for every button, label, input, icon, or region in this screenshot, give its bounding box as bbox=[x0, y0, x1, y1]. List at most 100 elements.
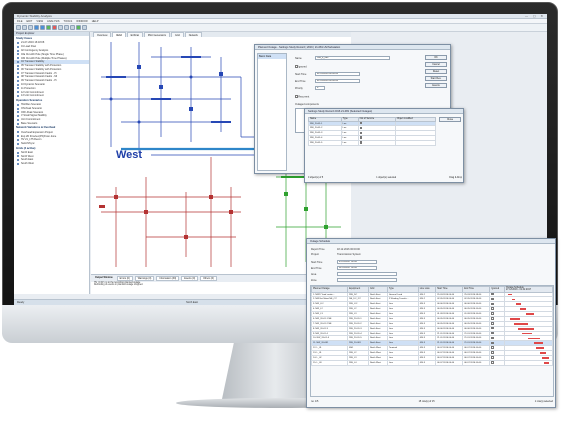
run-icon[interactable] bbox=[46, 25, 51, 30]
ignored-checkbox[interactable] bbox=[491, 327, 494, 330]
menu-window[interactable]: WINDOW bbox=[76, 20, 87, 23]
menu-analysis[interactable]: ANALYSIS bbox=[47, 20, 60, 23]
ignored-checkbox[interactable] bbox=[491, 312, 494, 315]
out-of-service-checkbox[interactable] bbox=[359, 122, 363, 125]
out-of-service-checkbox[interactable] bbox=[359, 141, 363, 144]
gantt-bar[interactable] bbox=[542, 357, 549, 359]
events-button[interactable]: Events bbox=[425, 83, 447, 88]
schedule-end-field[interactable]: 01.01.2017 00:00 bbox=[337, 266, 377, 270]
start-time-label: Start Time bbox=[311, 261, 323, 264]
menu-help[interactable]: HELP bbox=[92, 20, 99, 23]
list-item[interactable]: South West bbox=[14, 162, 89, 166]
gantt-bar[interactable] bbox=[518, 327, 534, 330]
new-icon[interactable] bbox=[16, 25, 21, 30]
table-row[interactable]: NW_20-01-5 Lne bbox=[308, 140, 437, 146]
blue-busbars bbox=[106, 56, 231, 123]
load-flow-icon[interactable] bbox=[76, 25, 81, 30]
gantt-bar[interactable] bbox=[512, 298, 515, 301]
cell-modified bbox=[394, 140, 437, 146]
gantt-track bbox=[506, 327, 551, 330]
tab-events[interactable]: Events (0) bbox=[181, 276, 199, 281]
tab-information[interactable]: Information (30) bbox=[156, 276, 180, 281]
zone-select[interactable] bbox=[337, 278, 397, 282]
schedule-start-field[interactable]: 25.01.2017 00:00 bbox=[337, 260, 377, 264]
ignored-checkbox[interactable] bbox=[491, 336, 494, 340]
operation-list: Hist/Res Scenario ON-Peak Scenario OFF-P… bbox=[14, 103, 89, 126]
gantt-bar[interactable] bbox=[534, 342, 543, 345]
gantt-bar[interactable] bbox=[508, 293, 512, 296]
open-icon[interactable] bbox=[22, 25, 27, 30]
start-res-button[interactable]: Start Res. bbox=[425, 76, 447, 81]
gantt-bar[interactable] bbox=[536, 347, 544, 350]
dialog-sidebar: Basic Data bbox=[257, 53, 287, 171]
table-cell: Line bbox=[386, 359, 419, 366]
menu-edit[interactable]: EDIT bbox=[26, 20, 32, 23]
zoom-icon[interactable] bbox=[58, 25, 63, 30]
settings-icon[interactable] bbox=[82, 25, 87, 30]
sidebar-item-basic-data[interactable]: Basic Data bbox=[258, 54, 286, 59]
gantt-bar[interactable] bbox=[510, 318, 520, 320]
ignored-checkbox[interactable] bbox=[491, 317, 494, 320]
cancel-button[interactable]: Cancel bbox=[425, 62, 447, 67]
report-icon[interactable] bbox=[70, 25, 75, 30]
outage-schedule-table: Planned Outage Equipment Grid Type Line … bbox=[310, 285, 554, 397]
area-select[interactable] bbox=[337, 272, 397, 276]
gantt-range: 27.12.2016 - 01.02.2017 bbox=[506, 289, 532, 292]
gantt-bar[interactable] bbox=[528, 337, 540, 340]
grids-list: North East North West South East South W… bbox=[14, 151, 89, 166]
tab-warnings[interactable]: Warnings (0) bbox=[134, 276, 155, 281]
undo-icon[interactable] bbox=[34, 25, 39, 30]
stop-icon[interactable] bbox=[52, 25, 57, 30]
priority-field[interactable]: 0 bbox=[315, 86, 325, 90]
gantt-bar[interactable] bbox=[526, 313, 534, 315]
ignored-checkbox[interactable] bbox=[491, 297, 494, 301]
end-time-label: End Time bbox=[295, 80, 306, 83]
ok-button[interactable]: OK bbox=[425, 55, 447, 60]
gantt-track bbox=[506, 337, 551, 340]
out-of-service-checkbox[interactable] bbox=[359, 126, 363, 130]
ignored-checkbox[interactable] bbox=[491, 322, 494, 325]
tab-others[interactable]: Others (0) bbox=[200, 276, 217, 281]
name-field[interactable]: NW_2_081 bbox=[315, 56, 390, 60]
menu-tools[interactable]: TOOLS bbox=[64, 20, 73, 23]
gantt-bar[interactable] bbox=[514, 322, 528, 325]
ignored-checkbox[interactable] bbox=[491, 351, 494, 354]
gantt-bar[interactable] bbox=[522, 332, 532, 335]
ignored-checkbox[interactable] bbox=[491, 302, 494, 306]
ignored-checkbox[interactable] bbox=[491, 341, 494, 345]
window-controls[interactable]: — ▢ ✕ bbox=[525, 14, 545, 18]
ignored-checkbox[interactable] bbox=[491, 361, 494, 364]
save-icon[interactable] bbox=[28, 25, 33, 30]
list-item[interactable]: Base Scenario bbox=[14, 122, 89, 126]
close-button[interactable]: Close bbox=[439, 117, 461, 122]
table-row[interactable]: 15: L_03 NW_L4 North West Line 4DL3 06.07.201… bbox=[311, 359, 553, 366]
out-of-service-checkbox[interactable] bbox=[359, 136, 363, 139]
gantt-track bbox=[506, 357, 551, 360]
ignored-checkbox[interactable] bbox=[491, 356, 494, 359]
gantt-bar[interactable] bbox=[544, 361, 549, 364]
ignored-checkbox[interactable] bbox=[491, 332, 494, 335]
reset-button[interactable]: Reset bbox=[425, 69, 447, 74]
menu-view[interactable]: VIEW bbox=[36, 20, 43, 23]
table-cell: 06.07.2016 00:00 bbox=[462, 359, 491, 366]
end-time-field[interactable]: 21.01.2016 00:00:00 bbox=[315, 79, 360, 83]
out-of-service-checkbox[interactable] bbox=[359, 131, 363, 135]
selected-dialog-title: Settings Study Record 2016 21-081 (Selec… bbox=[305, 109, 463, 114]
list-item[interactable]: Switch/Sync bbox=[14, 142, 89, 146]
start-time-field[interactable]: 21.01.2016 00:00:00 bbox=[315, 72, 360, 76]
redo-icon[interactable] bbox=[40, 25, 45, 30]
gantt-bar[interactable] bbox=[516, 303, 521, 306]
list-item[interactable]: 13 Unit Commitment bbox=[14, 94, 89, 98]
ignored-checkbox[interactable] bbox=[491, 293, 494, 296]
tab-errors[interactable]: Errors (0) bbox=[116, 276, 133, 281]
menu-file[interactable]: FILE bbox=[17, 20, 22, 23]
ignored-checkbox[interactable] bbox=[491, 346, 494, 349]
ignored-checkbox[interactable] bbox=[491, 307, 494, 310]
grid-icon[interactable] bbox=[64, 25, 69, 30]
gantt-track bbox=[506, 303, 551, 306]
gantt-bar[interactable] bbox=[520, 308, 526, 311]
page-indicator: no. 1/5 bbox=[311, 400, 319, 403]
network-list: Overhead Expansion Project Exp 2D 9ms/se… bbox=[14, 130, 89, 145]
recurrent-label: Recurrent bbox=[295, 95, 309, 99]
gantt-bar[interactable] bbox=[540, 352, 546, 354]
